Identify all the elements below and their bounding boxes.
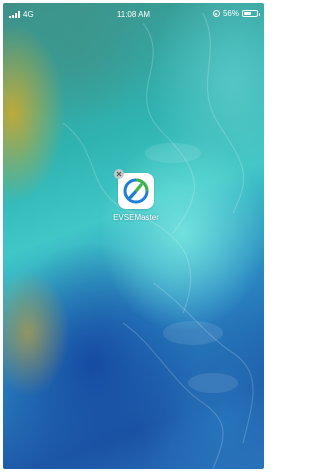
evsemaster-logo-icon — [123, 178, 149, 204]
orientation-lock-icon — [212, 10, 220, 17]
battery-fill — [244, 12, 251, 15]
battery-icon — [242, 10, 260, 17]
battery-percent: 56% — [222, 9, 239, 18]
app-evsemaster[interactable]: EVSEMaster — [111, 169, 161, 222]
app-label: EVSEMaster — [113, 213, 159, 222]
evsemaster-app-icon[interactable] — [118, 173, 154, 209]
status-bar: 4G 11:08 AM 56% — [3, 3, 264, 25]
home-screen: 4G 11:08 AM 56% EVSEMaster — [3, 3, 264, 469]
wallpaper — [62, 12, 254, 469]
close-icon — [116, 171, 122, 177]
status-right: 56% — [212, 9, 260, 18]
delete-app-badge[interactable] — [114, 169, 124, 179]
